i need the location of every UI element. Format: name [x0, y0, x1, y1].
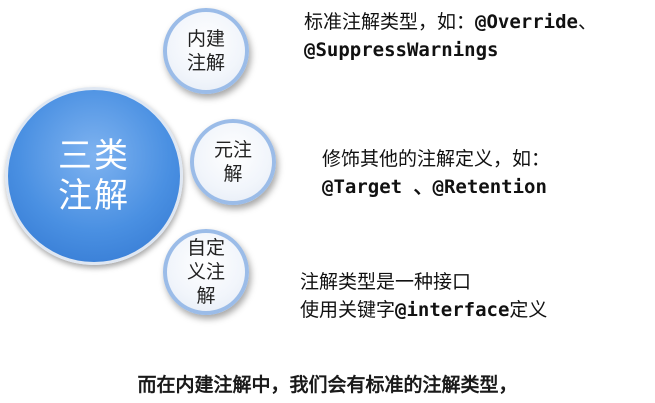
custom-annotation-label: 自定 义注 解 [186, 237, 225, 307]
meta-annotation-description: 修饰其他的注解定义，如： @Target 、@Retention [322, 145, 550, 201]
builtin-annotation-description: 标准注解类型，如：@Override、 @SuppressWarnings [304, 8, 597, 64]
custom-desc-prefix: 使用关键字 [300, 299, 396, 321]
interface-keyword-code: @interface [395, 299, 510, 321]
meta-desc-line2: @Target 、@Retention [322, 176, 547, 198]
meta-annotation-node: 元注 解 [190, 119, 276, 205]
meta-desc-line1: 修饰其他的注解定义，如： [322, 148, 551, 170]
suppresswarnings-code: @SuppressWarnings [304, 39, 499, 61]
main-category-label: 三类 注解 [58, 136, 130, 216]
builtin-annotation-node: 内建 注解 [163, 8, 249, 94]
builtin-annotation-label: 内建 注解 [186, 28, 225, 74]
custom-desc-line2: 使用关键字@interface定义 [300, 296, 547, 324]
builtin-desc-line1: 标准注解类型，如：@Override、 [304, 8, 597, 36]
main-category-node: 三类 注解 [5, 87, 183, 265]
custom-desc-suffix: 定义 [509, 299, 548, 321]
meta-annotation-label: 元注 解 [213, 139, 252, 185]
builtin-desc-text: 标准注解类型，如： [304, 11, 476, 33]
builtin-desc-line2: @SuppressWarnings [304, 36, 597, 64]
custom-desc-line1: 注解类型是一种接口 [300, 271, 472, 293]
custom-annotation-description: 注解类型是一种接口 使用关键字@interface定义 [300, 268, 547, 324]
custom-annotation-node: 自定 义注 解 [163, 229, 249, 315]
subtitle-caption: 而在内建注解中，我们会有标准的注解类型， [137, 374, 518, 396]
override-code: @Override [475, 11, 578, 33]
builtin-desc-separator: 、 [577, 11, 597, 33]
